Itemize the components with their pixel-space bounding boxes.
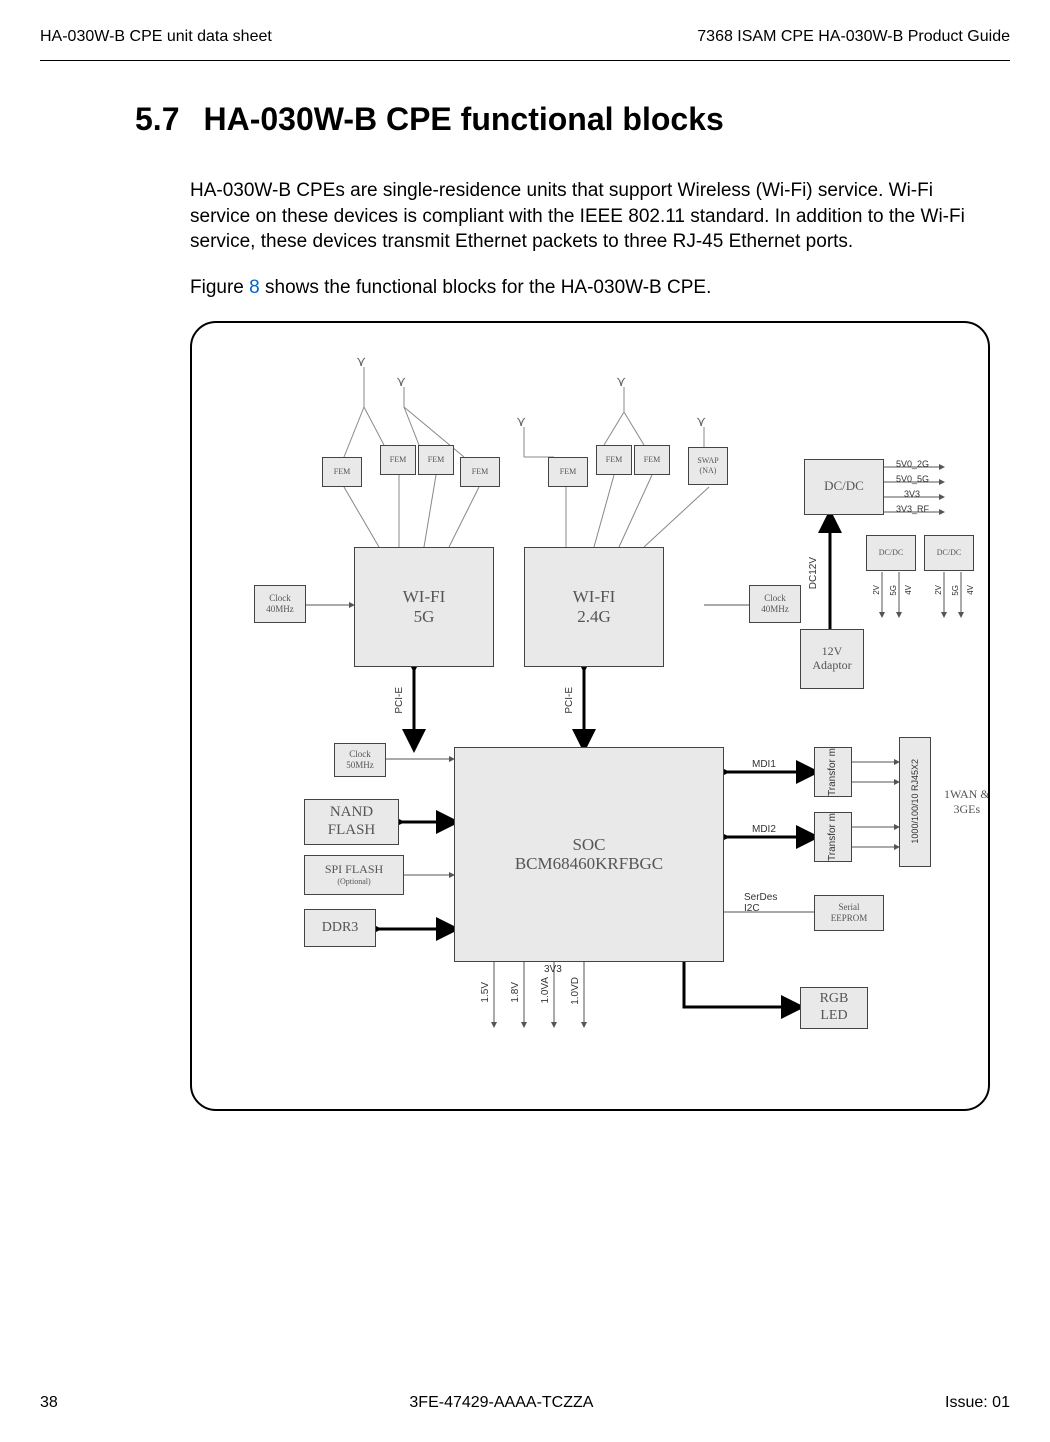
- header-left: HA-030W-B CPE unit data sheet: [40, 28, 272, 46]
- antenna-icon: ⋎: [396, 373, 406, 390]
- block-nand-flash: NAND FLASH: [304, 799, 399, 845]
- block-fem-2: FEM: [380, 445, 416, 475]
- header-right: 7368 ISAM CPE HA-030W-B Product Guide: [697, 28, 1010, 46]
- label-mdi2: MDI2: [752, 824, 776, 835]
- label-pcie-left: PCI-E: [394, 687, 405, 714]
- body-paragraph-1: HA-030W-B CPEs are single-residence unit…: [190, 178, 990, 255]
- block-clock-40mhz-left: Clock 40MHz: [254, 585, 306, 623]
- section-heading: 5.7 HA-030W-B CPE functional blocks: [135, 101, 1010, 138]
- label-1-8v: 1.8V: [510, 982, 521, 1003]
- p2-part-a: Figure: [190, 277, 249, 298]
- page-header: HA-030W-B CPE unit data sheet 7368 ISAM …: [40, 28, 1010, 46]
- block-wifi-2-4g: WI-FI 2.4G: [524, 547, 664, 667]
- block-12v-adaptor: 12V Adaptor: [800, 629, 864, 689]
- label-5v0-5g: 5V0_5G: [896, 474, 929, 484]
- block-transformer-2: Transfor m: [814, 812, 852, 862]
- block-fem-1: FEM: [322, 457, 362, 487]
- label-dc12v: DC12V: [808, 557, 819, 589]
- spi-flash-label: SPI FLASH: [325, 863, 383, 877]
- block-wifi-5g: WI-FI 5G: [354, 547, 494, 667]
- label-2v-b: 2V: [934, 585, 943, 595]
- page-footer: 38 3FE-47429-AAAA-TCZZA Issue: 01: [40, 1394, 1010, 1412]
- header-divider: [40, 60, 1010, 61]
- label-mdi1: MDI1: [752, 759, 776, 770]
- p2-part-b: shows the functional blocks for the HA-0…: [260, 277, 712, 298]
- label-4v-b: 4V: [966, 585, 975, 595]
- label-3v3: 3V3: [544, 964, 562, 975]
- antenna-icon: ⋎: [696, 413, 706, 430]
- block-serial-eeprom: Serial EEPROM: [814, 895, 884, 931]
- block-dcdc-3: DC/DC: [924, 535, 974, 571]
- block-dcdc-2: DC/DC: [866, 535, 916, 571]
- antenna-icon: ⋎: [516, 413, 526, 430]
- diagram-connectors: [204, 347, 976, 1085]
- block-clock-50mhz: Clock 50MHz: [334, 743, 386, 777]
- block-clock-40mhz-right: Clock 40MHz: [749, 585, 801, 623]
- block-swap: SWAP (NA): [688, 447, 728, 485]
- label-1-5v: 1.5V: [480, 982, 491, 1003]
- label-1-0vd: 1.0VD: [570, 977, 581, 1005]
- block-fem-5: FEM: [548, 457, 588, 487]
- label-5g-b: 5G: [951, 585, 960, 596]
- body-paragraph-2: Figure 8 shows the functional blocks for…: [190, 275, 990, 301]
- block-fem-7: FEM: [634, 445, 670, 475]
- label-5v0-2g: 5V0_2G: [896, 459, 929, 469]
- block-rgb-led: RGB LED: [800, 987, 868, 1029]
- functional-block-diagram: ⋎ ⋎ ⋎ ⋎ ⋎ FEM FEM FEM FEM FEM FEM FEM SW…: [190, 321, 990, 1111]
- label-3v3-out: 3V3: [904, 489, 920, 499]
- block-rj45: 1000/100/10 RJ45X2: [899, 737, 931, 867]
- label-wan-ges: 1WAN & 3GEs: [944, 787, 990, 817]
- figure-reference: 8: [249, 277, 260, 298]
- label-2v-a: 2V: [872, 585, 881, 595]
- block-transformer-1: Transfor m: [814, 747, 852, 797]
- block-fem-3: FEM: [418, 445, 454, 475]
- section-number: 5.7: [135, 101, 179, 137]
- block-spi-flash: SPI FLASH (Optional): [304, 855, 404, 895]
- antenna-icon: ⋎: [616, 373, 626, 390]
- spi-flash-optional: (Optional): [337, 877, 370, 886]
- document-number: 3FE-47429-AAAA-TCZZA: [409, 1394, 593, 1412]
- block-ddr3: DDR3: [304, 909, 376, 947]
- label-1-0va: 1.0VA: [540, 977, 551, 1004]
- section-title: HA-030W-B CPE functional blocks: [203, 101, 723, 137]
- label-3v3-rf: 3V3_RF: [896, 504, 929, 514]
- issue-number: Issue: 01: [945, 1394, 1010, 1412]
- block-soc: SOC BCM68460KRFBGC: [454, 747, 724, 962]
- label-5g-a: 5G: [889, 585, 898, 596]
- label-serdes-i2c: SerDes I2C: [744, 892, 777, 914]
- label-pcie-right: PCI-E: [564, 687, 575, 714]
- page-number: 38: [40, 1394, 58, 1412]
- label-4v-a: 4V: [904, 585, 913, 595]
- block-fem-6: FEM: [596, 445, 632, 475]
- block-fem-4: FEM: [460, 457, 500, 487]
- antenna-icon: ⋎: [356, 353, 366, 370]
- block-dcdc-main: DC/DC: [804, 459, 884, 515]
